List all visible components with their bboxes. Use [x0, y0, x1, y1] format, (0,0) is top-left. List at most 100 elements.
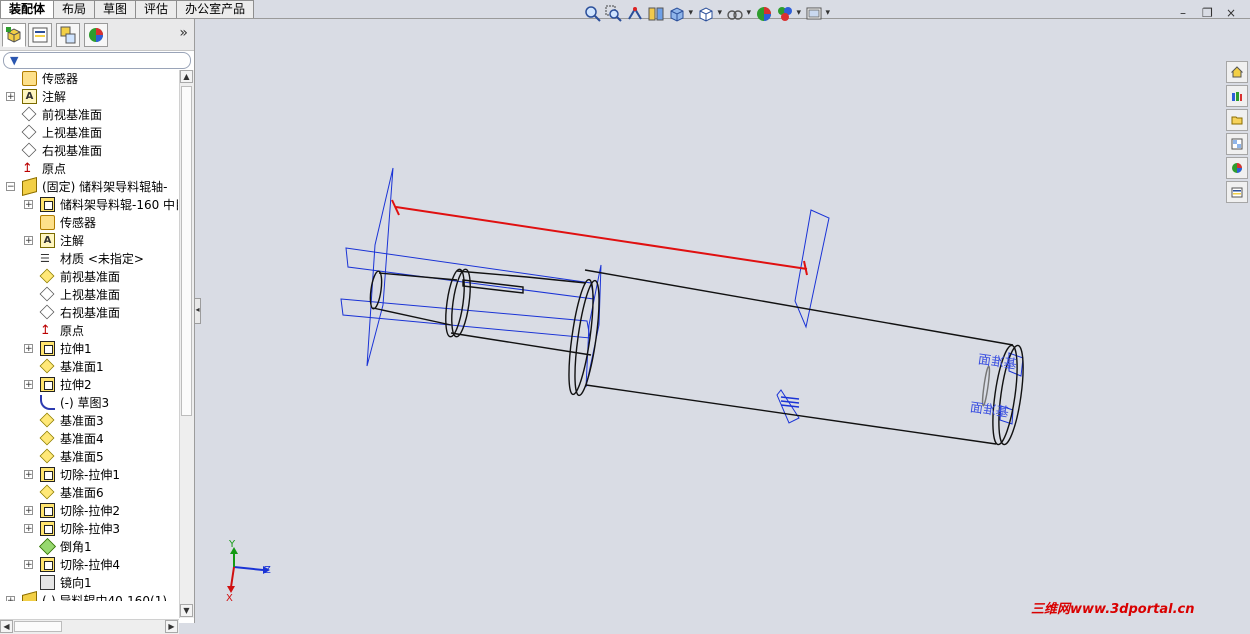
- view-settings-icon[interactable]: [805, 5, 830, 23]
- heads-up-view-toolbar: [584, 4, 830, 24]
- tree-item-label: 材质 <未指定>: [60, 252, 144, 266]
- tree-item[interactable]: (-) 草图3: [0, 394, 178, 412]
- panel-tabs: »: [0, 19, 194, 51]
- tree-item[interactable]: 传感器: [0, 70, 178, 88]
- section-view-icon[interactable]: [647, 5, 665, 23]
- collapse-icon[interactable]: −: [6, 182, 15, 192]
- triad-z-label: Z: [264, 565, 271, 576]
- feature-manager-tab[interactable]: [2, 23, 26, 47]
- view-orientation-icon[interactable]: [668, 5, 693, 23]
- tree-item[interactable]: 右视基准面: [0, 142, 178, 160]
- tree-item[interactable]: + 切除-拉伸2: [0, 502, 178, 520]
- tree-item-label: 镜向1: [60, 576, 92, 590]
- tree-item[interactable]: 右视基准面: [0, 304, 178, 322]
- configuration-manager-tab[interactable]: [56, 23, 80, 47]
- tree-item-label: (-) 导料辊中40-160(1): [42, 594, 168, 601]
- datum-plane-right[interactable]: [776, 209, 1024, 425]
- zoom-to-fit-icon[interactable]: [584, 5, 602, 23]
- tree-item[interactable]: + 拉伸1: [0, 340, 178, 358]
- tree-item[interactable]: + 切除-拉伸3: [0, 520, 178, 538]
- scroll-right-button[interactable]: ▶: [165, 620, 178, 633]
- tree-item[interactable]: 基准面6: [0, 484, 178, 502]
- origin-icon: ↥: [22, 161, 33, 176]
- expand-icon[interactable]: +: [24, 200, 33, 210]
- tree-item[interactable]: 镜向1: [0, 574, 178, 592]
- zoom-area-icon[interactable]: [605, 5, 623, 23]
- plane-icon: [21, 124, 37, 140]
- expand-icon[interactable]: +: [24, 380, 33, 390]
- tree-item-label: 传感器: [42, 72, 79, 86]
- tree-item[interactable]: 基准面3: [0, 412, 178, 430]
- chamfer-icon: [39, 538, 56, 555]
- plane-label-2: 基准面: [969, 400, 1010, 420]
- tab-office-products[interactable]: 办公室产品: [176, 0, 255, 18]
- display-style-icon[interactable]: [697, 5, 722, 23]
- expand-icon[interactable]: +: [24, 344, 33, 354]
- expand-icon[interactable]: +: [24, 560, 33, 570]
- tree-item-label: 注解: [60, 234, 85, 248]
- scroll-up-button[interactable]: ▲: [180, 70, 193, 83]
- feature-icon: [40, 503, 55, 518]
- tree-item[interactable]: ↥ 原点: [0, 160, 178, 178]
- tree-item-label: 储料架导料辊-160 中目: [60, 198, 178, 212]
- expand-icon[interactable]: +: [24, 236, 33, 246]
- expand-icon[interactable]: +: [24, 470, 33, 480]
- graphics-viewport[interactable]: 基准面 基准面 Z Y X: [201, 25, 1250, 623]
- tab-layout[interactable]: 布局: [53, 0, 96, 18]
- tab-sketch[interactable]: 草图: [94, 0, 137, 18]
- expand-icon[interactable]: +: [24, 524, 33, 534]
- tree-item[interactable]: 基准面1: [0, 358, 178, 376]
- tree-item[interactable]: 上视基准面: [0, 286, 178, 304]
- panel-splitter-handle[interactable]: ◂: [194, 298, 201, 324]
- plane-icon: [39, 304, 55, 320]
- appearance-manager-tab[interactable]: [84, 23, 108, 47]
- roller-shaft-model[interactable]: [368, 268, 1027, 446]
- restore-button[interactable]: ❐: [1202, 6, 1213, 20]
- tree-item[interactable]: 上视基准面: [0, 124, 178, 142]
- scroll-thumb[interactable]: [181, 86, 192, 416]
- tree-item-label: 切除-拉伸1: [60, 468, 120, 482]
- reference-triad: Z Y X: [226, 539, 271, 604]
- tree-item[interactable]: 传感器: [0, 214, 178, 232]
- tree-item[interactable]: + 拉伸2: [0, 376, 178, 394]
- tree-item[interactable]: ↥ 原点: [0, 322, 178, 340]
- material-icon: ☰: [40, 252, 50, 265]
- tree-item[interactable]: 基准面4: [0, 430, 178, 448]
- expand-icon[interactable]: +: [24, 506, 33, 516]
- minimize-button[interactable]: –: [1180, 6, 1186, 20]
- tree-item[interactable]: 倒角1: [0, 538, 178, 556]
- tree-item-label: 基准面3: [60, 414, 104, 428]
- close-button[interactable]: ×: [1226, 6, 1236, 20]
- tree-item[interactable]: + (-) 导料辊中40-160(1): [0, 590, 178, 601]
- tree-horizontal-scrollbar[interactable]: ◀ ▶: [0, 619, 179, 634]
- expand-icon[interactable]: +: [6, 92, 15, 102]
- tree-item[interactable]: 基准面5: [0, 448, 178, 466]
- tab-evaluate[interactable]: 评估: [135, 0, 178, 18]
- tree-item[interactable]: 前视基准面: [0, 106, 178, 124]
- tree-item[interactable]: ☰ 材质 <未指定>: [0, 250, 178, 268]
- tree-item[interactable]: − (固定) 储料架导料辊轴-: [0, 176, 178, 197]
- feature-filter-input[interactable]: ▼: [3, 52, 191, 69]
- command-manager-tabs: 装配体 布局 草图 评估 办公室产品: [0, 0, 255, 19]
- feature-icon: [40, 341, 55, 356]
- tab-assembly[interactable]: 装配体: [0, 0, 55, 18]
- scroll-left-button[interactable]: ◀: [0, 620, 13, 633]
- property-manager-tab[interactable]: [28, 23, 52, 47]
- edit-appearance-icon[interactable]: [755, 5, 773, 23]
- tree-item[interactable]: + 储料架导料辊-160 中目: [0, 196, 178, 214]
- tree-vertical-scrollbar[interactable]: ▲ ▼: [179, 70, 194, 618]
- expand-icon[interactable]: +: [6, 596, 15, 601]
- tree-item[interactable]: + 切除-拉伸1: [0, 466, 178, 484]
- apply-scene-icon[interactable]: [776, 5, 801, 23]
- previous-view-icon[interactable]: [626, 5, 644, 23]
- tree-item[interactable]: 前视基准面: [0, 268, 178, 286]
- hide-show-items-icon[interactable]: [726, 5, 751, 23]
- tree-item-label: 上视基准面: [42, 126, 103, 140]
- tree-item-label: 原点: [60, 324, 85, 338]
- tree-item-label: 基准面4: [60, 432, 104, 446]
- scroll-down-button[interactable]: ▼: [180, 604, 193, 617]
- panel-overflow-button[interactable]: »: [179, 25, 188, 41]
- tree-item[interactable]: + A 注解: [0, 88, 178, 106]
- tree-item[interactable]: + 切除-拉伸4: [0, 556, 178, 574]
- tree-item[interactable]: + A 注解: [0, 232, 178, 250]
